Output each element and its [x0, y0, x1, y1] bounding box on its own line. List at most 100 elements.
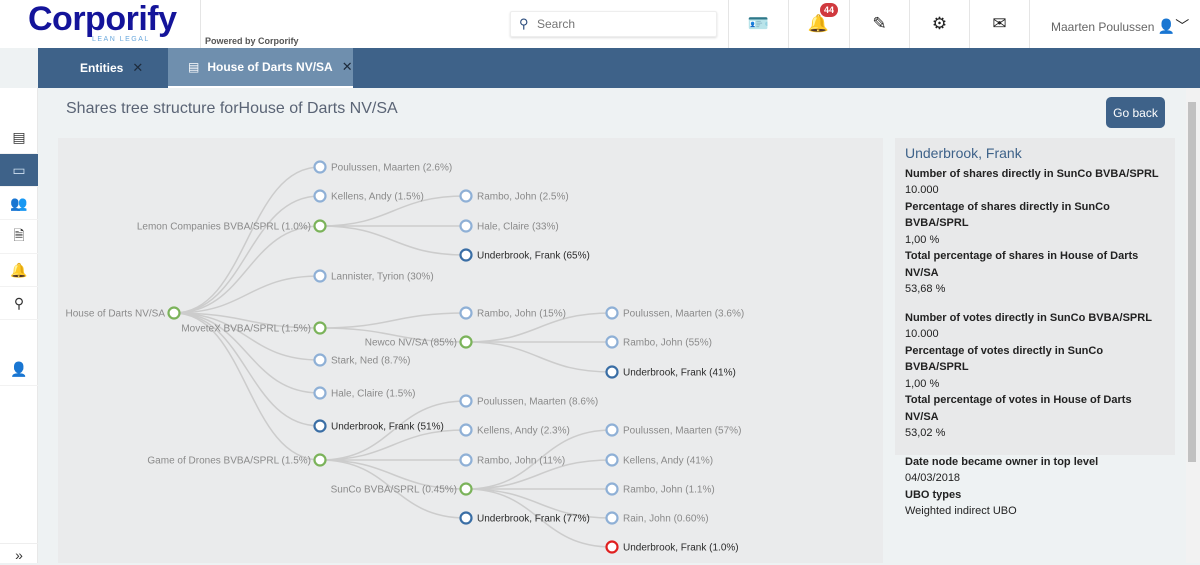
tree-node[interactable]: Underbrook, Frank (65%) — [459, 248, 590, 262]
node-label[interactable]: Rambo, John (55%) — [623, 338, 712, 349]
person-node-circle[interactable] — [313, 189, 327, 203]
person-node-circle[interactable] — [459, 453, 473, 467]
node-label[interactable]: SunCo BVBA/SPRL (0.45%) — [331, 485, 457, 496]
detail-value: 1,00 % — [905, 233, 940, 246]
node-label[interactable]: Poulussen, Maarten (3.6%) — [623, 309, 744, 320]
tree-node[interactable]: Poulussen, Maarten (8.6%) — [459, 394, 599, 408]
tree-node[interactable]: Kellens, Andy (2.3%) — [459, 423, 570, 437]
detail-field: Total percentage of votes in House of Da… — [905, 392, 1165, 425]
person-node-circle[interactable] — [605, 482, 619, 496]
node-label[interactable]: Lannister, Tyrion (30%) — [331, 272, 434, 283]
tree-node[interactable]: Underbrook, Frank (1.0%) — [605, 540, 739, 554]
detail-value: 53,02 % — [905, 427, 946, 439]
tree-node[interactable]: Game of Drones BVBA/SPRL (1.5%) — [147, 453, 327, 467]
node-label[interactable]: Rambo, John (15%) — [477, 309, 566, 320]
tree-node[interactable]: Underbrook, Frank (41%) — [605, 365, 736, 379]
node-label[interactable]: Rain, John (0.60%) — [623, 514, 709, 525]
node-label[interactable]: Poulussen, Maarten (8.6%) — [477, 397, 598, 408]
company-node-circle[interactable] — [313, 219, 327, 233]
person-node-circle[interactable] — [459, 394, 473, 408]
node-label[interactable]: Rambo, John (2.5%) — [477, 192, 569, 203]
node-label[interactable]: Kellens, Andy (1.5%) — [331, 192, 424, 203]
tree-node[interactable]: Kellens, Andy (41%) — [605, 453, 714, 467]
node-label[interactable]: Rambo, John (11%) — [477, 456, 565, 467]
selected-node-circle[interactable] — [605, 540, 619, 554]
person-node-circle[interactable] — [459, 306, 473, 320]
tree-node[interactable]: Rambo, John (2.5%) — [459, 189, 569, 203]
tree-node[interactable]: Kellens, Andy (1.5%) — [313, 189, 424, 203]
details-name: Underbrook, Frank — [905, 145, 1022, 161]
detail-label: Total percentage of shares in House of D… — [905, 250, 1139, 279]
node-label[interactable]: Newco NV/SA (85%) — [365, 338, 457, 349]
tree-node[interactable]: Poulussen, Maarten (2.6%) — [313, 160, 453, 174]
node-label[interactable]: Game of Drones BVBA/SPRL (1.5%) — [147, 456, 311, 467]
tree-link — [173, 312, 321, 461]
tree-node[interactable]: Rambo, John (15%) — [459, 306, 566, 320]
ubo-node-circle[interactable] — [459, 511, 473, 525]
tree-node[interactable]: Poulussen, Maarten (3.6%) — [605, 306, 745, 320]
node-label[interactable]: Hale, Claire (33%) — [477, 222, 559, 233]
person-node-circle[interactable] — [313, 353, 327, 367]
ubo-node-circle[interactable] — [605, 365, 619, 379]
person-node-circle[interactable] — [605, 453, 619, 467]
tree-node[interactable]: Underbrook, Frank (77%) — [459, 511, 590, 525]
node-label[interactable]: Underbrook, Frank (65%) — [477, 251, 590, 262]
node-label[interactable]: Hale, Claire (1.5%) — [331, 389, 415, 400]
person-node-circle[interactable] — [605, 511, 619, 525]
company-node-circle[interactable] — [313, 321, 327, 335]
node-label[interactable]: Rambo, John (1.1%) — [623, 485, 715, 496]
scrollbar-thumb[interactable] — [1188, 102, 1196, 462]
detail-label: UBO types — [905, 488, 962, 501]
tree-node[interactable]: Lemon Companies BVBA/SPRL (1.0%) — [137, 219, 327, 233]
node-label[interactable]: MoveteX BVBA/SPRL (1.5%) — [181, 324, 311, 335]
node-label[interactable]: Lemon Companies BVBA/SPRL (1.0%) — [137, 222, 311, 233]
tree-node[interactable]: House of Darts NV/SA — [66, 306, 181, 320]
ubo-node-circle[interactable] — [459, 248, 473, 262]
company-node-circle[interactable] — [167, 306, 181, 320]
detail-label: Percentage of shares directly in SunCo B… — [905, 200, 1110, 230]
tree-node[interactable]: Newco NV/SA (85%) — [365, 335, 473, 349]
person-node-circle[interactable] — [605, 306, 619, 320]
node-label[interactable]: Kellens, Andy (2.3%) — [477, 426, 570, 437]
person-node-circle[interactable] — [459, 423, 473, 437]
tree-node[interactable]: Hale, Claire (33%) — [459, 219, 559, 233]
company-node-circle[interactable] — [313, 453, 327, 467]
node-label[interactable]: Kellens, Andy (41%) — [623, 456, 713, 467]
detail-value: 53,68 % — [905, 283, 946, 295]
person-node-circle[interactable] — [605, 335, 619, 349]
person-node-circle[interactable] — [313, 269, 327, 283]
node-label[interactable]: Underbrook, Frank (77%) — [477, 514, 590, 525]
tree-node[interactable]: Rambo, John (55%) — [605, 335, 712, 349]
tree-node[interactable]: Hale, Claire (1.5%) — [313, 386, 416, 400]
person-node-circle[interactable] — [459, 219, 473, 233]
node-label[interactable]: Underbrook, Frank (1.0%) — [623, 543, 739, 554]
node-label[interactable]: Poulussen, Maarten (57%) — [623, 426, 741, 437]
tree-node[interactable]: Underbrook, Frank (51%) — [313, 419, 444, 433]
person-node-circle[interactable] — [313, 160, 327, 174]
tree-node[interactable]: Stark, Ned (8.7%) — [313, 353, 411, 367]
person-node-circle[interactable] — [459, 189, 473, 203]
ubo-node-circle[interactable] — [313, 419, 327, 433]
tree-node[interactable]: Lannister, Tyrion (30%) — [313, 269, 434, 283]
tree-node[interactable]: MoveteX BVBA/SPRL (1.5%) — [181, 321, 327, 335]
node-label[interactable]: House of Darts NV/SA — [66, 309, 166, 320]
details-panel: Underbrook, Frank Number of shares direc… — [895, 138, 1175, 517]
tree-link — [173, 166, 321, 314]
node-label[interactable]: Underbrook, Frank (51%) — [331, 422, 444, 433]
tree-node[interactable]: Rambo, John (11%) — [459, 453, 566, 467]
tree-node[interactable]: Rambo, John (1.1%) — [605, 482, 715, 496]
tree-link — [319, 225, 467, 256]
tree-node[interactable]: Rain, John (0.60%) — [605, 511, 709, 525]
node-label[interactable]: Underbrook, Frank (41%) — [623, 368, 736, 379]
detail-field: UBO types — [905, 487, 1165, 504]
node-label[interactable]: Poulussen, Maarten (2.6%) — [331, 163, 452, 174]
company-node-circle[interactable] — [459, 335, 473, 349]
person-node-circle[interactable] — [605, 423, 619, 437]
node-label[interactable]: Stark, Ned (8.7%) — [331, 356, 410, 367]
detail-field: Percentage of shares directly in SunCo B… — [905, 199, 1165, 232]
detail-value: 1,00 % — [905, 377, 940, 390]
tree-node[interactable]: SunCo BVBA/SPRL (0.45%) — [331, 482, 473, 496]
tree-node[interactable]: Poulussen, Maarten (57%) — [605, 423, 742, 437]
company-node-circle[interactable] — [459, 482, 473, 496]
person-node-circle[interactable] — [313, 386, 327, 400]
